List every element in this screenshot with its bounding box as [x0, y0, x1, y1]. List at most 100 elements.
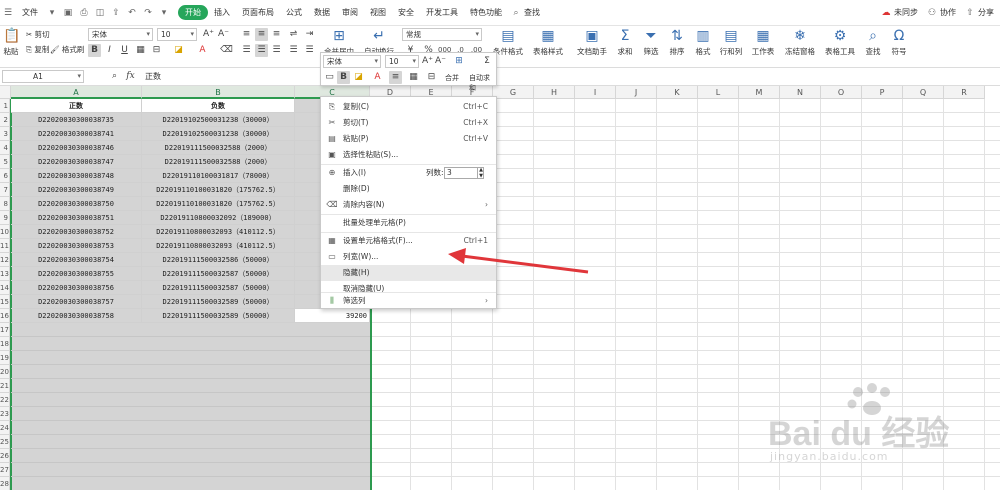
indent-icon[interactable]: ⇥	[303, 28, 316, 41]
cell-positive[interactable]: D22020030300038748	[11, 169, 142, 183]
row-header[interactable]: 28	[0, 477, 10, 490]
mini-grow-font-icon[interactable]: A⁺	[421, 55, 434, 68]
cell-negative[interactable]: D22019102500031238（30000）	[142, 113, 295, 127]
menu-item-filter-column[interactable]: ⫼ 筛选列 ›	[321, 293, 496, 309]
print-preview-icon[interactable]: ◫	[95, 8, 105, 18]
table-style-button[interactable]: ▦ 表格样式	[530, 28, 566, 57]
column-header-q[interactable]: Q	[903, 86, 944, 99]
row-header[interactable]: 1	[0, 99, 10, 113]
menu-item-copy[interactable]: ⎘ 复制(C) Ctrl+C	[321, 99, 496, 115]
column-header-k[interactable]: K	[657, 86, 698, 99]
italic-icon[interactable]: I	[103, 44, 116, 57]
cut-button[interactable]: ✂ 剪切	[26, 29, 50, 40]
font-name-select[interactable]: 宋体	[88, 28, 153, 41]
row-header[interactable]: 21	[0, 379, 10, 393]
row-header[interactable]: 20	[0, 365, 10, 379]
tab-formulas[interactable]: 公式	[280, 7, 308, 18]
cell-negative[interactable]: D22019110800032093（410112.5）	[142, 239, 295, 253]
column-header-n[interactable]: N	[780, 86, 821, 99]
customize-icon[interactable]: ▾	[159, 8, 169, 18]
menu-item-paste-special[interactable]: ▣ 选择性粘贴(S)...	[321, 147, 496, 163]
column-header-m[interactable]: M	[739, 86, 780, 99]
mini-shrink-font-icon[interactable]: A⁻	[434, 55, 447, 68]
justify-icon[interactable]: ☰	[287, 44, 300, 57]
mini-font-name[interactable]: 宋体	[323, 55, 381, 68]
mini-align-icon[interactable]: ≡	[389, 71, 402, 84]
cell-positive[interactable]: D22020030300038735	[11, 113, 142, 127]
font-color-icon[interactable]: A	[196, 44, 209, 57]
tab-review[interactable]: 审阅	[336, 7, 364, 18]
row-header[interactable]: 8	[0, 197, 10, 211]
cell-positive[interactable]: D22020030300038758	[11, 309, 142, 323]
cell-negative[interactable]: D22019111500032587（50000）	[142, 267, 295, 281]
row-header[interactable]: 25	[0, 435, 10, 449]
row-header[interactable]: 27	[0, 463, 10, 477]
mini-fill-color-icon[interactable]: ◪	[352, 71, 365, 84]
row-header[interactable]: 23	[0, 407, 10, 421]
menu-item-clear[interactable]: ⌫ 清除内容(N) ›	[321, 197, 496, 213]
font-size-select[interactable]: 10	[157, 28, 197, 41]
row-header[interactable]: 2	[0, 113, 10, 127]
align-left-icon[interactable]: ☰	[240, 44, 253, 57]
tab-features[interactable]: 特色功能	[464, 7, 508, 18]
tab-developer[interactable]: 开发工具	[420, 7, 464, 18]
row-header[interactable]: 19	[0, 351, 10, 365]
format-painter-button[interactable]: 🖌 格式刷	[50, 44, 84, 55]
row-header[interactable]: 18	[0, 337, 10, 351]
cell-positive[interactable]: D22020030300038747	[11, 155, 142, 169]
underline-icon[interactable]: U	[118, 44, 131, 57]
row-header[interactable]: 17	[0, 323, 10, 337]
cell-positive[interactable]: D22020030300038754	[11, 253, 142, 267]
row-header[interactable]: 6	[0, 169, 10, 183]
rows-cols-button[interactable]: ▤ 行和列	[718, 28, 744, 57]
fill-color-icon[interactable]: ◪	[172, 44, 185, 57]
tab-security[interactable]: 安全	[392, 7, 420, 18]
copy-button[interactable]: ⎘ 复制	[26, 44, 49, 55]
fx-icon[interactable]: fx	[124, 70, 137, 83]
column-header-i[interactable]: I	[575, 86, 616, 99]
mini-merge-icon[interactable]: ⊟	[425, 71, 438, 84]
number-format-select[interactable]: 常规	[402, 28, 482, 41]
column-header-j[interactable]: J	[616, 86, 657, 99]
cell-negative[interactable]: D22019111500032587（50000）	[142, 281, 295, 295]
undo-icon[interactable]: ↶	[127, 8, 137, 18]
grow-font-icon[interactable]: A⁺	[202, 28, 215, 41]
doc-assistant-button[interactable]: ▣ 文档助手	[574, 28, 610, 57]
cell-negative[interactable]: D22019111500032589（50000）	[142, 295, 295, 309]
cell-positive[interactable]: D22020030300038750	[11, 197, 142, 211]
table-tools-button[interactable]: ⚙ 表格工具	[822, 28, 858, 57]
row-header[interactable]: 16	[0, 309, 10, 323]
cell-positive[interactable]: D22020030300038746	[11, 141, 142, 155]
cell-negative[interactable]: D22019110100031817（78000）	[142, 169, 295, 183]
mini-sum-icon[interactable]: Σ	[479, 55, 495, 68]
mini-format-painter-icon[interactable]: ▭	[323, 71, 336, 84]
row-header[interactable]: 10	[0, 225, 10, 239]
menu-item-delete[interactable]: 删除(D)	[321, 181, 496, 197]
align-right-icon[interactable]: ☰	[270, 44, 283, 57]
export-icon[interactable]: ⇪	[111, 8, 121, 18]
column-header-o[interactable]: O	[821, 86, 862, 99]
cell-negative[interactable]: D22019102500031238（30000）	[142, 127, 295, 141]
file-menu[interactable]: 文件	[16, 7, 44, 18]
cell-negative[interactable]: D22019110800032092（189000）	[142, 211, 295, 225]
merge-mini-icon[interactable]: ⊟	[150, 44, 163, 57]
row-header[interactable]: 4	[0, 141, 10, 155]
row-header[interactable]: 12	[0, 253, 10, 267]
paste-button[interactable]: 📋 粘贴	[0, 28, 22, 57]
spinner-icon[interactable]: ▲ ▼	[477, 167, 484, 179]
cell-positive[interactable]: D22020030300038756	[11, 281, 142, 295]
cell-negative[interactable]: D22019110100031820（175762.5）	[142, 183, 295, 197]
row-header[interactable]: 24	[0, 421, 10, 435]
column-header-r[interactable]: R	[944, 86, 985, 99]
erase-icon[interactable]: ⌫	[220, 44, 233, 57]
header-cell-negative[interactable]: 负数	[142, 99, 295, 113]
search-command[interactable]: 查找	[524, 7, 546, 18]
row-header[interactable]: 26	[0, 449, 10, 463]
cell-positive[interactable]: D22020030300038749	[11, 183, 142, 197]
orientation-icon[interactable]: ⇌	[287, 28, 300, 41]
mini-bold-icon[interactable]: B	[337, 71, 350, 84]
tab-page-layout[interactable]: 页面布局	[236, 7, 280, 18]
row-header[interactable]: 11	[0, 239, 10, 253]
name-box[interactable]: A1	[2, 70, 84, 83]
column-header-a[interactable]: A	[11, 86, 142, 99]
